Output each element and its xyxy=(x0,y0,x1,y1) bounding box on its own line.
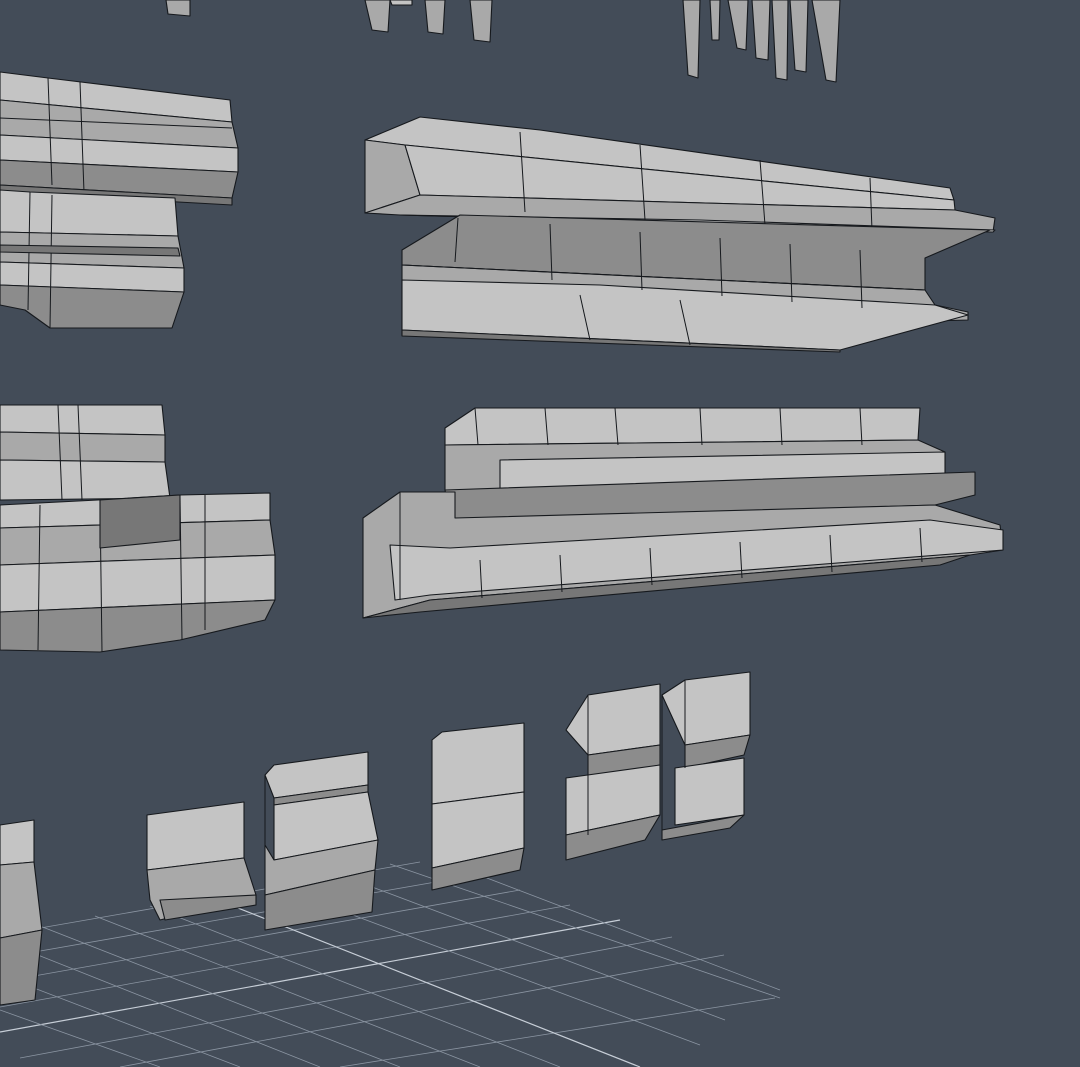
block-5[interactable] xyxy=(661,671,751,841)
block-2[interactable] xyxy=(264,751,379,931)
block-3[interactable] xyxy=(431,722,525,891)
top-edge-pieces[interactable] xyxy=(165,0,841,83)
block-left-edge[interactable] xyxy=(0,819,43,1006)
3d-viewport[interactable] xyxy=(0,0,1080,1067)
cornice-left-top[interactable] xyxy=(0,71,239,206)
shelf-middle-right[interactable] xyxy=(362,407,1004,619)
floor-grid xyxy=(0,861,781,1067)
block-4[interactable] xyxy=(565,683,661,861)
cornice-left-mid[interactable] xyxy=(0,189,185,329)
scene-canvas[interactable] xyxy=(0,0,1080,1067)
shelf-upper-right[interactable] xyxy=(364,116,996,353)
cornice-left-lower[interactable] xyxy=(0,404,276,653)
block-1[interactable] xyxy=(146,801,257,921)
